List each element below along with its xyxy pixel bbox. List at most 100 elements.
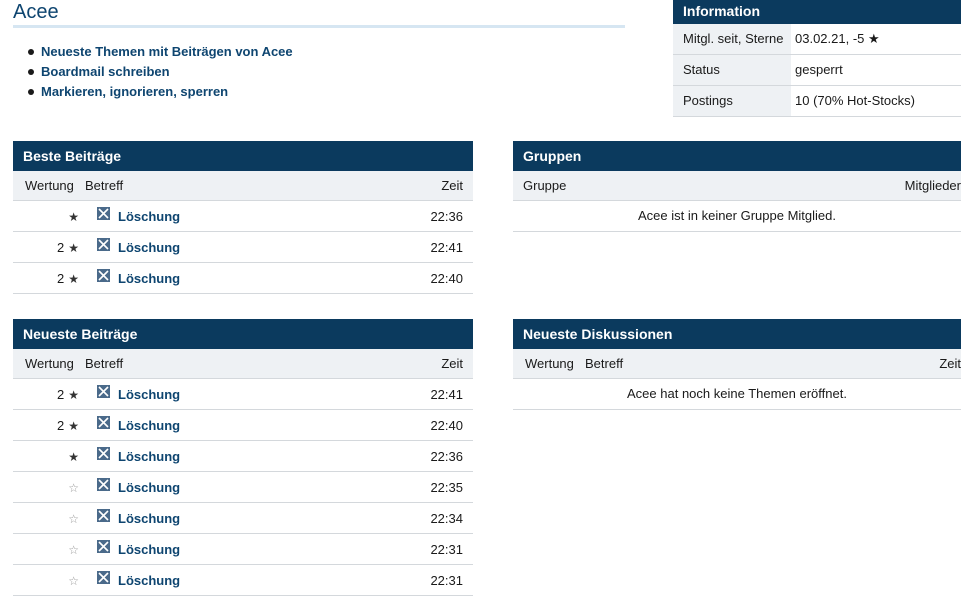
newest-discussions-header: Neueste Diskussionen [513, 319, 961, 349]
star-filled-icon: ★ [68, 449, 79, 464]
newest-posts-rows: 2 ★ Löschung 22:41 2 ★ Löschung 22:40 ★ Löschung 2… [13, 379, 473, 596]
subject-column-header[interactable]: Betreff [85, 356, 403, 371]
time-column-header[interactable]: Zeit [403, 356, 473, 371]
subject-cell: Löschung [85, 570, 403, 588]
subject-column-header[interactable]: Betreff [85, 178, 403, 193]
post-time: 22:31 [430, 572, 463, 588]
subject-cell: Löschung [85, 415, 403, 433]
post-subject-link[interactable]: Löschung [118, 480, 180, 495]
rating-cell: ★ [13, 209, 85, 224]
star-outline-icon: ☆ [68, 542, 79, 557]
table-row: ★ Löschung 22:36 [13, 441, 473, 472]
table-row: ☆ Löschung 22:34 [13, 503, 473, 534]
info-value: 03.02.21, -5 ★ [795, 31, 880, 46]
subject-cell: Löschung [85, 206, 403, 224]
rating-value: 2 [57, 386, 65, 402]
bullet-icon [28, 89, 34, 95]
x-box-icon [97, 415, 110, 429]
time-column-header[interactable]: Zeit [403, 178, 473, 193]
best-posts-rows: ★ Löschung 22:36 2 ★ Löschung 22:41 2 ★ Löschung 2… [13, 201, 473, 294]
rating-cell: ☆ [13, 480, 85, 495]
post-time: 22:41 [430, 386, 463, 402]
info-label: Postings [673, 86, 791, 116]
x-box-icon [97, 268, 110, 282]
subject-cell: Löschung [85, 508, 403, 526]
post-subject-link[interactable]: Löschung [118, 542, 180, 557]
rating-cell: 2 ★ [13, 418, 85, 433]
post-subject-link[interactable]: Löschung [118, 449, 180, 464]
rating-cell: ☆ [13, 542, 85, 557]
star-outline-icon: ☆ [68, 573, 79, 588]
subject-cell: Löschung [85, 237, 403, 255]
info-value: gesperrt [795, 62, 843, 77]
newest-posts-header: Neueste Beiträge [13, 319, 473, 349]
star-filled-icon: ★ [68, 271, 79, 286]
post-subject-link[interactable]: Löschung [118, 271, 180, 286]
information-header: Information [673, 0, 961, 24]
star-outline-icon: ☆ [68, 511, 79, 526]
mark-ignore-block-link[interactable]: Markieren, ignorieren, sperren [41, 84, 228, 99]
subject-cell: Löschung [85, 384, 403, 402]
best-posts-header: Beste Beiträge [13, 141, 473, 171]
post-subject-link[interactable]: Löschung [118, 387, 180, 402]
info-row-member-since: Mitgl. seit, Sterne 03.02.21, -5 ★ [673, 24, 961, 55]
discussions-empty-message: Acee hat noch keine Themen eröffnet. [513, 379, 961, 410]
group-column-header[interactable]: Gruppe [513, 178, 905, 193]
information-panel: Information Mitgl. seit, Sterne 03.02.21… [673, 0, 961, 117]
groups-panel: Gruppen Gruppe Mitglieder Acee ist in ke… [513, 141, 961, 232]
subject-cell: Löschung [85, 268, 403, 286]
boardmail-link[interactable]: Boardmail schreiben [41, 64, 170, 79]
subject-column-header[interactable]: Betreff [585, 356, 939, 371]
post-subject-link[interactable]: Löschung [118, 511, 180, 526]
groups-column-header: Gruppe Mitglieder [513, 171, 961, 201]
table-row: 2 ★ Löschung 22:41 [13, 379, 473, 410]
table-row: 2 ★ Löschung 22:40 [13, 410, 473, 441]
subject-cell: Löschung [85, 477, 403, 495]
rating-column-header[interactable]: Wertung [513, 356, 585, 371]
post-time: 22:34 [430, 510, 463, 526]
rating-cell: 2 ★ [13, 271, 85, 286]
post-subject-link[interactable]: Löschung [118, 209, 180, 224]
table-row: 2 ★ Löschung 22:41 [13, 232, 473, 263]
star-filled-icon: ★ [68, 240, 79, 255]
groups-empty-message: Acee ist in keiner Gruppe Mitglied. [513, 201, 961, 232]
subject-cell: Löschung [85, 446, 403, 464]
info-label: Mitgl. seit, Sterne [673, 24, 791, 54]
table-row: 2 ★ Löschung 22:40 [13, 263, 473, 294]
post-subject-link[interactable]: Löschung [118, 240, 180, 255]
info-row-status: Status gesperrt [673, 55, 961, 86]
members-column-header[interactable]: Mitglieder [905, 178, 961, 193]
table-row: ★ Löschung 22:36 [13, 201, 473, 232]
table-row: ☆ Löschung 22:31 [13, 565, 473, 596]
list-item: Neueste Themen mit Beiträgen von Acee [26, 44, 293, 64]
rating-cell: ★ [13, 449, 85, 464]
x-box-icon [97, 477, 110, 491]
post-time: 22:40 [430, 417, 463, 433]
page-title: Acee [13, 1, 59, 23]
subject-cell: Löschung [85, 539, 403, 557]
rating-value: 2 [57, 239, 65, 255]
x-box-icon [97, 539, 110, 553]
rating-column-header[interactable]: Wertung [13, 356, 85, 371]
post-time: 22:31 [430, 541, 463, 557]
profile-action-links: Neueste Themen mit Beiträgen von Acee Bo… [26, 44, 293, 104]
groups-header: Gruppen [513, 141, 961, 171]
rating-cell: 2 ★ [13, 387, 85, 402]
list-item: Boardmail schreiben [26, 64, 293, 84]
star-outline-icon: ☆ [68, 480, 79, 495]
table-row: ☆ Löschung 22:31 [13, 534, 473, 565]
best-posts-column-header: Wertung Betreff Zeit [13, 171, 473, 201]
newest-discussions-column-header: Wertung Betreff Zeit [513, 349, 961, 379]
star-filled-icon: ★ [68, 209, 79, 224]
time-column-header[interactable]: Zeit [939, 356, 961, 371]
rating-value: 2 [57, 270, 65, 286]
star-filled-icon: ★ [68, 387, 79, 402]
post-subject-link[interactable]: Löschung [118, 573, 180, 588]
post-time: 22:41 [430, 239, 463, 255]
post-subject-link[interactable]: Löschung [118, 418, 180, 433]
rating-column-header[interactable]: Wertung [13, 178, 85, 193]
newest-topics-link[interactable]: Neueste Themen mit Beiträgen von Acee [41, 44, 293, 59]
x-box-icon [97, 570, 110, 584]
list-item: Markieren, ignorieren, sperren [26, 84, 293, 104]
info-row-postings: Postings 10 (70% Hot-Stocks) [673, 86, 961, 117]
